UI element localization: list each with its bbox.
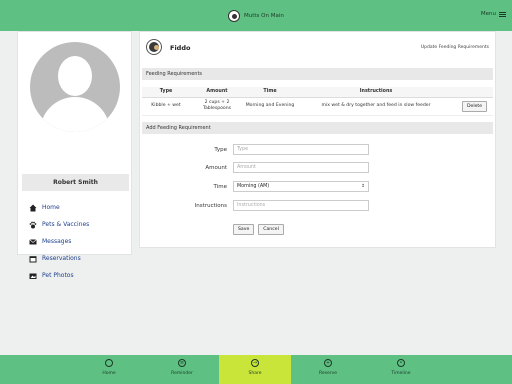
timeline-icon: • xyxy=(397,359,405,367)
time-label: Time xyxy=(213,184,227,190)
tab-label: Timeline xyxy=(391,371,411,376)
sidebar-item-reservations[interactable]: Reservations xyxy=(28,250,128,267)
calendar-icon xyxy=(28,254,37,263)
sidebar-item-messages[interactable]: Messages xyxy=(28,233,128,250)
column-header-instructions: Instructions xyxy=(296,87,456,98)
form-actions: Save Cancel xyxy=(233,224,284,235)
sidebar-nav: Home Pets & Vaccines Messages Reservatio… xyxy=(28,199,128,284)
menu-label: Menu xyxy=(480,11,496,17)
cell-actions: Delete xyxy=(456,97,493,116)
sidebar-item-label: Messages xyxy=(42,238,72,245)
cancel-button[interactable]: Cancel xyxy=(258,224,284,235)
user-name: Robert Smith xyxy=(22,174,129,191)
type-input[interactable]: Type xyxy=(233,144,369,155)
update-feeding-link[interactable]: Update Feeding Requirements xyxy=(421,45,489,50)
column-header-actions xyxy=(456,87,493,98)
photo-icon xyxy=(28,271,37,280)
tab-label: Reserve xyxy=(318,371,338,376)
add-feeding-requirement-header: Add Feeding Requirement xyxy=(142,122,493,134)
instructions-row: Instructions Instructions xyxy=(140,200,497,212)
instructions-label: Instructions xyxy=(194,203,227,209)
hamburger-icon xyxy=(499,11,506,17)
table-header-row: Type Amount Time Instructions xyxy=(142,87,493,98)
amount-row: Amount Amount xyxy=(140,162,497,174)
pet-avatar xyxy=(146,39,162,55)
tab-label: Reminder xyxy=(171,371,193,376)
column-header-type: Type xyxy=(142,87,190,98)
brand-name: Mutts On Main xyxy=(244,13,284,19)
envelope-icon xyxy=(28,237,37,246)
type-row: Type Type xyxy=(140,144,497,156)
tab-share[interactable]: → Share xyxy=(219,355,291,384)
table-row: Kibble + wet 2 cups + 2 Tablespoons Morn… xyxy=(142,97,493,116)
sidebar-item-home[interactable]: Home xyxy=(28,199,128,216)
reminder-icon: ≡ xyxy=(178,359,186,367)
tab-reserve[interactable]: + Reserve xyxy=(292,355,364,384)
save-button[interactable]: Save xyxy=(233,224,255,235)
cell-time: Morning and Evening xyxy=(244,97,296,116)
instructions-input[interactable]: Instructions xyxy=(233,200,369,211)
sidebar-item-label: Pets & Vaccines xyxy=(42,221,90,228)
plus-circle-icon: + xyxy=(324,359,332,367)
cell-type: Kibble + wet xyxy=(142,97,190,116)
menu-button[interactable]: Menu xyxy=(481,11,506,17)
select-caret-icon: ↕ xyxy=(361,184,365,189)
tab-timeline[interactable]: • Timeline xyxy=(365,355,437,384)
amount-input[interactable]: Amount xyxy=(233,162,369,173)
paw-icon xyxy=(28,220,37,229)
pet-name: Fiddo xyxy=(170,44,191,52)
tab-reminder[interactable]: ≡ Reminder xyxy=(146,355,218,384)
cell-instructions: mix wet & dry together and feed in slow … xyxy=(296,97,456,116)
bottom-nav: Home ≡ Reminder → Share + Reserve • Time… xyxy=(0,355,512,384)
share-icon: → xyxy=(251,359,259,367)
brand[interactable]: Mutts On Main xyxy=(228,9,284,23)
home-icon xyxy=(28,203,37,212)
type-label: Type xyxy=(214,147,227,153)
feeding-table: Type Amount Time Instructions Kibble + w… xyxy=(142,87,493,116)
tab-label: Home xyxy=(102,371,116,376)
sidebar-item-pet-photos[interactable]: Pet Photos xyxy=(28,267,128,284)
column-header-amount: Amount xyxy=(190,87,244,98)
time-select[interactable]: Morning (AM) ↕ xyxy=(233,181,369,192)
sidebar-item-label: Reservations xyxy=(42,255,81,262)
brand-logo-icon xyxy=(228,10,240,22)
time-row: Time Morning (AM) ↕ xyxy=(140,181,497,193)
sidebar-item-pets-vaccines[interactable]: Pets & Vaccines xyxy=(28,216,128,233)
avatar xyxy=(30,42,120,132)
time-select-value: Morning (AM) xyxy=(237,184,270,189)
column-header-time: Time xyxy=(244,87,296,98)
tab-home[interactable]: Home xyxy=(73,355,145,384)
delete-button[interactable]: Delete xyxy=(461,100,488,112)
sidebar: Robert Smith Home Pets & Vaccines Messag… xyxy=(17,31,132,279)
main-panel: Fiddo Update Feeding Requirements Feedin… xyxy=(139,31,496,248)
sidebar-item-label: Home xyxy=(42,204,60,211)
home-circle-icon xyxy=(105,359,113,367)
sidebar-item-label: Pet Photos xyxy=(42,272,74,279)
amount-label: Amount xyxy=(205,165,227,171)
feeding-requirements-header: Feeding Requirements xyxy=(142,68,493,80)
top-bar: Mutts On Main Menu xyxy=(0,0,512,31)
cell-amount: 2 cups + 2 Tablespoons xyxy=(190,97,244,116)
tab-label: Share xyxy=(248,371,262,376)
